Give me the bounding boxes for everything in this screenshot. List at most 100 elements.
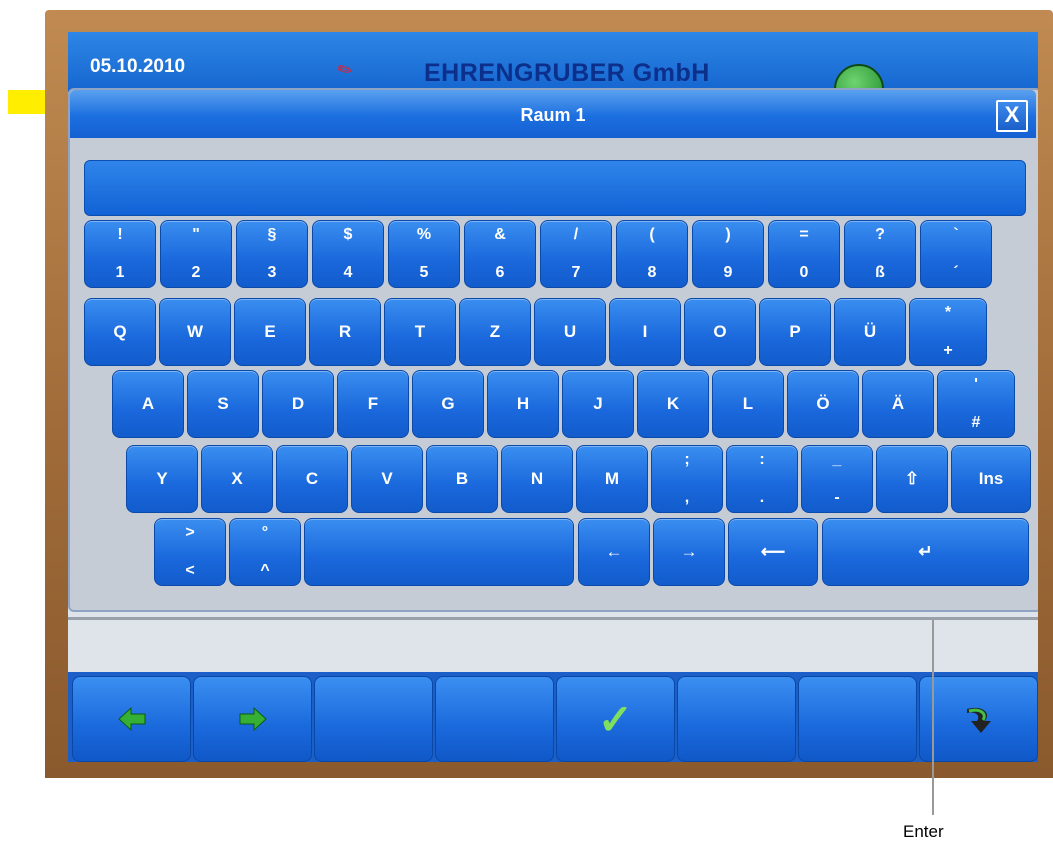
key-lower-label: 1 bbox=[115, 264, 125, 281]
backspace-key[interactable]: ⟵ bbox=[728, 518, 818, 586]
function-key-bar: ✓ bbox=[68, 672, 1038, 762]
key-label: S bbox=[217, 394, 229, 413]
key-P[interactable]: P bbox=[759, 298, 831, 366]
key-label: Ü bbox=[863, 322, 877, 341]
key-upper-label: % bbox=[416, 226, 432, 243]
key-L[interactable]: L bbox=[712, 370, 784, 438]
key-G[interactable]: G bbox=[412, 370, 484, 438]
key-Y[interactable]: Y bbox=[126, 445, 198, 513]
function-key-6[interactable] bbox=[677, 676, 796, 762]
key-upper-label: ` bbox=[953, 226, 959, 243]
key-label: M bbox=[604, 469, 620, 488]
key-Ü[interactable]: Ü bbox=[834, 298, 906, 366]
key-K[interactable]: K bbox=[637, 370, 709, 438]
forward-button[interactable] bbox=[193, 676, 312, 762]
exit-button[interactable] bbox=[919, 676, 1038, 762]
key-Ö[interactable]: Ö bbox=[787, 370, 859, 438]
key-8[interactable]: (8 bbox=[616, 220, 688, 288]
key-´[interactable]: ` ´ bbox=[920, 220, 992, 288]
key-Ä[interactable]: Ä bbox=[862, 370, 934, 438]
key-4[interactable]: $4 bbox=[312, 220, 384, 288]
key-punct-0[interactable]: ;, bbox=[651, 445, 723, 513]
key-J[interactable]: J bbox=[562, 370, 634, 438]
key-X[interactable]: X bbox=[201, 445, 273, 513]
key-Z[interactable]: Z bbox=[459, 298, 531, 366]
key-M[interactable]: M bbox=[576, 445, 648, 513]
key-V[interactable]: V bbox=[351, 445, 423, 513]
function-key-7[interactable] bbox=[798, 676, 917, 762]
key-upper-label: > bbox=[185, 524, 195, 541]
key-label: E bbox=[264, 322, 276, 341]
function-key-3[interactable] bbox=[314, 676, 433, 762]
dialog-titlebar: Raum 1 X bbox=[70, 90, 1036, 138]
pencil-icon: ✎ bbox=[333, 57, 357, 83]
key-C[interactable]: C bbox=[276, 445, 348, 513]
key-hash[interactable]: ' # bbox=[937, 370, 1015, 438]
key-label: F bbox=[367, 394, 379, 413]
shift-key[interactable]: ⇧ bbox=[876, 445, 948, 513]
back-button[interactable] bbox=[72, 676, 191, 762]
key-T[interactable]: T bbox=[384, 298, 456, 366]
key-label: X bbox=[231, 469, 243, 488]
key-upper-label: " bbox=[192, 226, 200, 243]
divider bbox=[68, 617, 1038, 620]
key-label: O bbox=[713, 322, 727, 341]
key-label: ↵ bbox=[918, 542, 933, 561]
exit-arrow-icon bbox=[966, 707, 991, 733]
key-upper-label: & bbox=[494, 226, 506, 243]
key-O[interactable]: O bbox=[684, 298, 756, 366]
confirm-button[interactable]: ✓ bbox=[556, 676, 675, 762]
brand-title: EHRENGRUBER GmbH bbox=[424, 59, 710, 87]
right-arrow-key[interactable]: → bbox=[653, 518, 725, 586]
key-row5-0[interactable]: > < bbox=[154, 518, 226, 586]
key-5[interactable]: % 5 bbox=[388, 220, 460, 288]
forward-green-arrow-icon bbox=[239, 706, 267, 732]
key-punct-1[interactable]: :. bbox=[726, 445, 798, 513]
key-label: D bbox=[291, 394, 305, 413]
left-arrow-key[interactable]: ← bbox=[578, 518, 650, 586]
key-row5-1[interactable]: ° ^ bbox=[229, 518, 301, 586]
key-6[interactable]: & 6 bbox=[464, 220, 536, 288]
key-label: B bbox=[455, 469, 469, 488]
key-U[interactable]: U bbox=[534, 298, 606, 366]
key-upper-label: $ bbox=[343, 226, 353, 243]
function-key-4[interactable] bbox=[435, 676, 554, 762]
space-bar[interactable] bbox=[304, 518, 574, 586]
key-label: T bbox=[414, 322, 426, 341]
key-2[interactable]: " 2 bbox=[160, 220, 232, 288]
key-B[interactable]: B bbox=[426, 445, 498, 513]
key-Q[interactable]: Q bbox=[84, 298, 156, 366]
key-A[interactable]: A bbox=[112, 370, 184, 438]
key-label: I bbox=[642, 322, 648, 341]
key-N[interactable]: N bbox=[501, 445, 573, 513]
key-lower-label: + bbox=[943, 342, 953, 359]
key-3[interactable]: § 3 bbox=[236, 220, 308, 288]
close-button[interactable]: X bbox=[996, 100, 1028, 132]
key-H[interactable]: H bbox=[487, 370, 559, 438]
text-input-field[interactable] bbox=[84, 160, 1026, 216]
key-S[interactable]: S bbox=[187, 370, 259, 438]
key-plus[interactable]: * + bbox=[909, 298, 987, 366]
key-F[interactable]: F bbox=[337, 370, 409, 438]
enter-annotation-line bbox=[932, 620, 934, 815]
enter-key[interactable]: ↵ bbox=[822, 518, 1029, 586]
key-lower-label: 5 bbox=[419, 264, 429, 281]
key-R[interactable]: R bbox=[309, 298, 381, 366]
key-ß[interactable]: ? ß bbox=[844, 220, 916, 288]
key-0[interactable]: = 0 bbox=[768, 220, 840, 288]
key-label: ⟵ bbox=[760, 542, 786, 561]
key-D[interactable]: D bbox=[262, 370, 334, 438]
key-I[interactable]: I bbox=[609, 298, 681, 366]
key-E[interactable]: E bbox=[234, 298, 306, 366]
key-7[interactable]: /7 bbox=[540, 220, 612, 288]
key-lower-label: < bbox=[185, 562, 195, 579]
key-9[interactable]: ) 9 bbox=[692, 220, 764, 288]
key-1[interactable]: ! 1 bbox=[84, 220, 156, 288]
key-punct-2[interactable]: _ - bbox=[801, 445, 873, 513]
key-upper-label: ° bbox=[261, 524, 269, 541]
key-label: R bbox=[338, 322, 352, 341]
insert-key[interactable]: Ins bbox=[951, 445, 1031, 513]
key-upper-label: ? bbox=[875, 226, 885, 243]
key-lower-label: 9 bbox=[723, 264, 733, 281]
key-W[interactable]: W bbox=[159, 298, 231, 366]
